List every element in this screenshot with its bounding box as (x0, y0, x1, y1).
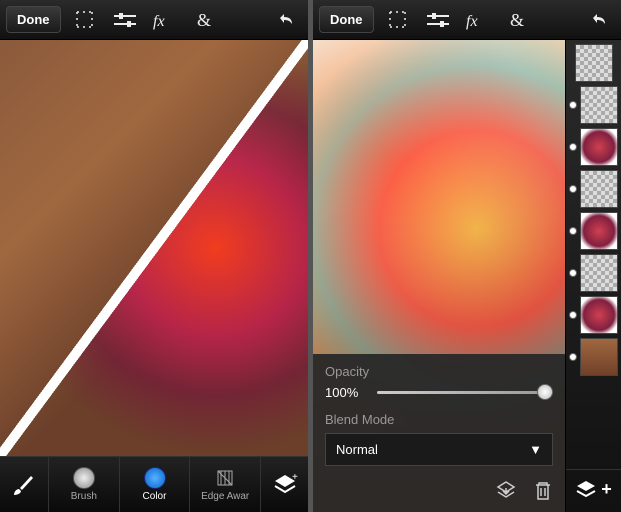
right-body: Opacity 100% Blend Mode Normal ▼ (313, 40, 621, 512)
layer-item[interactable] (575, 44, 613, 82)
svg-text:fx: fx (153, 13, 165, 30)
undo-icon[interactable] (583, 4, 615, 36)
panel-actions (325, 474, 553, 502)
blend-mode-label: Blend Mode (325, 412, 553, 427)
layer-item[interactable] (569, 128, 618, 166)
adjust-icon[interactable] (422, 4, 454, 36)
chevron-down-icon: ▼ (529, 442, 542, 457)
layer-thumb-icon (580, 128, 618, 166)
layers-button[interactable]: + (260, 457, 308, 512)
selection-icon[interactable] (69, 4, 101, 36)
screen-left: Done fx & Brush Color (0, 0, 308, 512)
layer-thumb-icon (580, 212, 618, 250)
layer-visibility-icon[interactable] (569, 185, 577, 193)
layer-item[interactable] (569, 338, 618, 376)
tool-color-label: Color (143, 491, 167, 502)
canvas-area[interactable]: Opacity 100% Blend Mode Normal ▼ (313, 40, 565, 512)
layer-visibility-icon[interactable] (569, 101, 577, 109)
slider-knob[interactable] (537, 384, 553, 400)
layer-item[interactable] (569, 296, 618, 334)
layer-visibility-icon[interactable] (569, 269, 577, 277)
merge-layers-icon[interactable] (495, 480, 517, 502)
paintbrush-icon[interactable] (0, 457, 48, 512)
tool-edge-aware[interactable]: Edge Awar (189, 457, 260, 512)
layers-panel-footer: + (566, 469, 621, 508)
layer-thumb-icon (575, 44, 613, 82)
color-dot-icon (144, 467, 166, 489)
canvas-area[interactable] (0, 40, 308, 456)
layer-thumb-icon (580, 86, 618, 124)
edge-aware-icon (214, 467, 236, 489)
layers-stack-icon[interactable] (575, 478, 597, 500)
ampersand-icon[interactable]: & (189, 4, 221, 36)
layer-item[interactable] (569, 212, 618, 250)
svg-text:&: & (197, 10, 211, 30)
layer-item[interactable] (569, 170, 618, 208)
tool-brush[interactable]: Brush (48, 457, 119, 512)
adjust-icon[interactable] (109, 4, 141, 36)
layer-thumb-icon (580, 338, 618, 376)
svg-text:&: & (510, 10, 524, 30)
layer-visibility-icon[interactable] (569, 227, 577, 235)
add-layer-icon[interactable]: + (601, 479, 612, 500)
fx-icon[interactable]: fx (462, 4, 494, 36)
svg-text:fx: fx (466, 13, 478, 30)
fx-icon[interactable]: fx (149, 4, 181, 36)
opacity-slider[interactable] (377, 391, 553, 394)
layer-thumb-icon (580, 170, 618, 208)
layer-thumb-icon (580, 254, 618, 292)
done-button[interactable]: Done (6, 6, 61, 33)
opacity-value: 100% (325, 385, 367, 400)
layer-item[interactable] (569, 254, 618, 292)
layers-panel: + (565, 40, 621, 512)
trash-icon[interactable] (533, 480, 553, 502)
tool-brush-label: Brush (71, 491, 97, 502)
layer-thumb-icon (580, 296, 618, 334)
top-toolbar: Done fx & (313, 0, 621, 40)
layer-visibility-icon[interactable] (569, 353, 577, 361)
layer-visibility-icon[interactable] (569, 143, 577, 151)
ampersand-icon[interactable]: & (502, 4, 534, 36)
layer-visibility-icon[interactable] (569, 311, 577, 319)
bottom-toolbar: Brush Color Edge Awar + (0, 456, 308, 512)
screen-right: Done fx & Opacity 100% (313, 0, 621, 512)
opacity-label: Opacity (325, 364, 553, 379)
selection-icon[interactable] (382, 4, 414, 36)
done-button[interactable]: Done (319, 6, 374, 33)
blend-mode-value: Normal (336, 442, 378, 457)
layer-item[interactable] (569, 86, 618, 124)
blend-mode-select[interactable]: Normal ▼ (325, 433, 553, 466)
top-toolbar: Done fx & (0, 0, 308, 40)
tool-color[interactable]: Color (119, 457, 190, 512)
opacity-slider-row: 100% (325, 385, 553, 400)
layer-properties-panel: Opacity 100% Blend Mode Normal ▼ (313, 354, 565, 512)
svg-text:+: + (292, 472, 298, 483)
undo-icon[interactable] (270, 4, 302, 36)
tool-edge-label: Edge Awar (201, 491, 249, 502)
brush-dot-icon (73, 467, 95, 489)
